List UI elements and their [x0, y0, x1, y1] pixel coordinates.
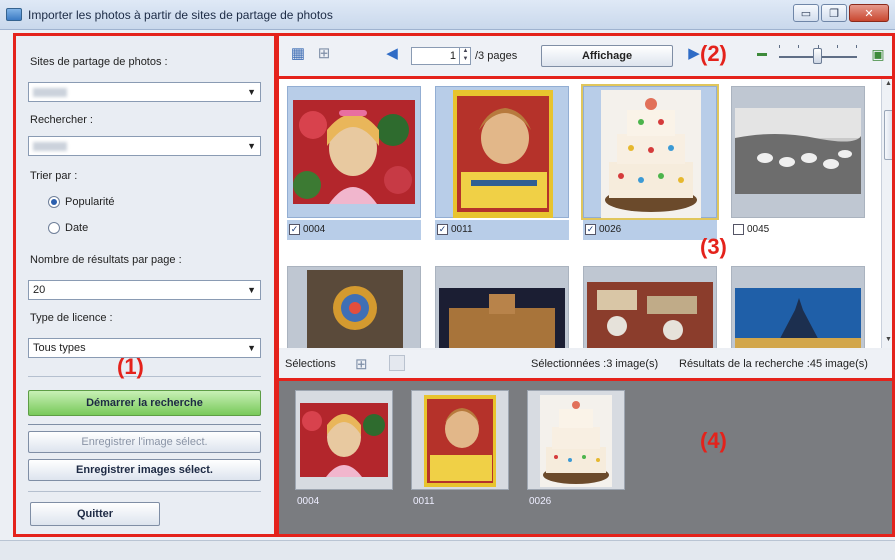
divider — [28, 491, 261, 492]
toolbar: ▦ ⊞ ◀ 1 ▲ ▼ /3 pages Affichage ▶ ▬ ▣ — [279, 36, 895, 76]
window-title: Importer les photos à partir de sites de… — [28, 8, 333, 22]
thumbnail-checkbox[interactable]: ✓ — [289, 224, 300, 235]
tray-item-id: 0004 — [297, 496, 320, 507]
tray-deselect-icon[interactable] — [389, 355, 405, 371]
license-dropdown[interactable]: Tous types ▼ — [28, 338, 261, 358]
selected-images-tray: 0004 0011 0026 — [279, 380, 895, 534]
tray-item-id: 0026 — [529, 496, 552, 507]
thumbnail-checkbox[interactable]: ✓ — [437, 224, 448, 235]
selection-bar: Sélections ⊞ Sélectionnées :3 image(s) R… — [279, 350, 895, 378]
scroll-up-icon[interactable]: ▲ — [885, 80, 892, 87]
large-image-icon[interactable]: ▣ — [869, 46, 887, 62]
scroll-thumb[interactable] — [884, 110, 894, 160]
thumbnail-grid: ✓ 0004 ✓ 0011 ✓ 0026 0045 ▲ ▼ — [279, 78, 895, 348]
thumbnail-item[interactable]: ✓ 0011 — [431, 82, 573, 242]
maximize-button[interactable]: ❐ — [821, 4, 847, 22]
table-photo — [587, 282, 713, 348]
thumbnail-item[interactable]: 0045 — [727, 82, 869, 242]
previous-page-icon[interactable]: ◀ — [383, 46, 401, 62]
sheep-photo — [735, 108, 861, 194]
sort-label: Trier par : — [30, 170, 78, 182]
scroll-down-icon[interactable]: ▼ — [885, 336, 892, 343]
church-window-photo — [307, 270, 403, 348]
chevron-down-icon: ▼ — [247, 87, 256, 97]
mont-saint-michel-photo — [735, 288, 861, 348]
app-icon — [6, 8, 22, 21]
boy-photo — [453, 90, 553, 218]
vertical-scrollbar[interactable]: ▲ ▼ — [881, 78, 895, 348]
divider — [28, 376, 261, 377]
sort-date-radio[interactable]: Date — [48, 222, 88, 234]
radio-selected-icon — [48, 196, 60, 208]
thumbnail-item[interactable]: ✓ 0004 — [283, 82, 425, 242]
chevron-down-icon: ▼ — [247, 285, 256, 295]
girl-photo — [300, 403, 388, 477]
search-input[interactable]: ▼ — [28, 136, 261, 156]
chevron-down-icon: ▼ — [247, 141, 256, 151]
deselect-all-icon[interactable]: ⊞ — [315, 46, 333, 62]
tray-item[interactable] — [411, 390, 509, 490]
sites-dropdown[interactable]: ▼ — [28, 82, 261, 102]
tray-select-all-icon[interactable]: ⊞ — [355, 355, 368, 373]
minimize-button[interactable]: ▭ — [793, 4, 819, 22]
next-page-icon[interactable]: ▶ — [685, 46, 703, 62]
thumbnail-id: 0011 — [451, 224, 473, 235]
zoom-slider-thumb[interactable] — [813, 48, 822, 64]
thumbnail-checkbox[interactable] — [733, 224, 744, 235]
start-search-button[interactable]: Démarrer la recherche — [28, 390, 261, 416]
tray-item[interactable] — [295, 390, 393, 490]
save-selected-image-button[interactable]: Enregistrer l'image sélect. — [28, 431, 261, 453]
results-dropdown[interactable]: 20 ▼ — [28, 280, 261, 300]
sort-popularity-radio[interactable]: Popularité — [48, 196, 115, 208]
results-value: 20 — [33, 284, 46, 296]
thumbnail-item[interactable] — [727, 262, 869, 348]
thumbnail-id: 0026 — [599, 224, 622, 235]
cake-photo — [601, 90, 701, 218]
divider — [28, 424, 261, 425]
blurred-value — [33, 142, 67, 151]
thumbnail-item[interactable] — [431, 262, 573, 348]
status-bar — [0, 540, 895, 560]
palace-night-photo — [439, 288, 565, 348]
title-bar: Importer les photos à partir de sites de… — [0, 0, 895, 30]
chevron-down-icon: ▼ — [247, 343, 256, 353]
thumbnail-id: 0045 — [747, 224, 770, 235]
blurred-value — [33, 88, 67, 97]
quit-button[interactable]: Quitter — [30, 502, 160, 526]
results-count: Résultats de la recherche :45 image(s) — [679, 358, 868, 370]
search-label: Rechercher : — [30, 114, 93, 126]
boy-photo — [424, 395, 496, 487]
page-spinner[interactable]: ▲ ▼ — [459, 47, 471, 65]
sites-label: Sites de partage de photos : — [30, 56, 168, 68]
tray-item[interactable] — [527, 390, 625, 490]
radio-unselected-icon — [48, 222, 60, 234]
license-value: Tous types — [33, 342, 86, 354]
selections-label: Sélections — [285, 358, 336, 370]
display-button[interactable]: Affichage — [541, 45, 673, 67]
cake-photo — [540, 395, 612, 487]
thumbnail-item[interactable]: ✓ 0026 — [579, 82, 721, 242]
select-all-icon[interactable]: ▦ — [289, 46, 307, 62]
window-controls: ▭ ❐ ✕ — [793, 4, 889, 22]
small-image-icon[interactable]: ▬ — [753, 46, 771, 62]
license-label: Type de licence : — [30, 312, 113, 324]
results-label: Nombre de résultats par page : — [30, 254, 182, 266]
search-panel: Sites de partage de photos : ▼ Recherche… — [16, 36, 274, 534]
close-button[interactable]: ✕ — [849, 4, 889, 22]
save-selected-images-button[interactable]: Enregistrer images sélect. — [28, 459, 261, 481]
thumbnail-id: 0004 — [303, 224, 326, 235]
thumbnail-item[interactable] — [579, 262, 721, 348]
sort-popularity-label: Popularité — [65, 196, 115, 208]
girl-photo — [293, 100, 415, 204]
tray-item-id: 0011 — [413, 496, 435, 507]
thumbnail-checkbox[interactable]: ✓ — [585, 224, 596, 235]
page-count: /3 pages — [475, 50, 518, 62]
sort-date-label: Date — [65, 222, 89, 234]
selected-count: Sélectionnées :3 image(s) — [531, 358, 659, 370]
thumbnail-item[interactable] — [283, 262, 425, 348]
